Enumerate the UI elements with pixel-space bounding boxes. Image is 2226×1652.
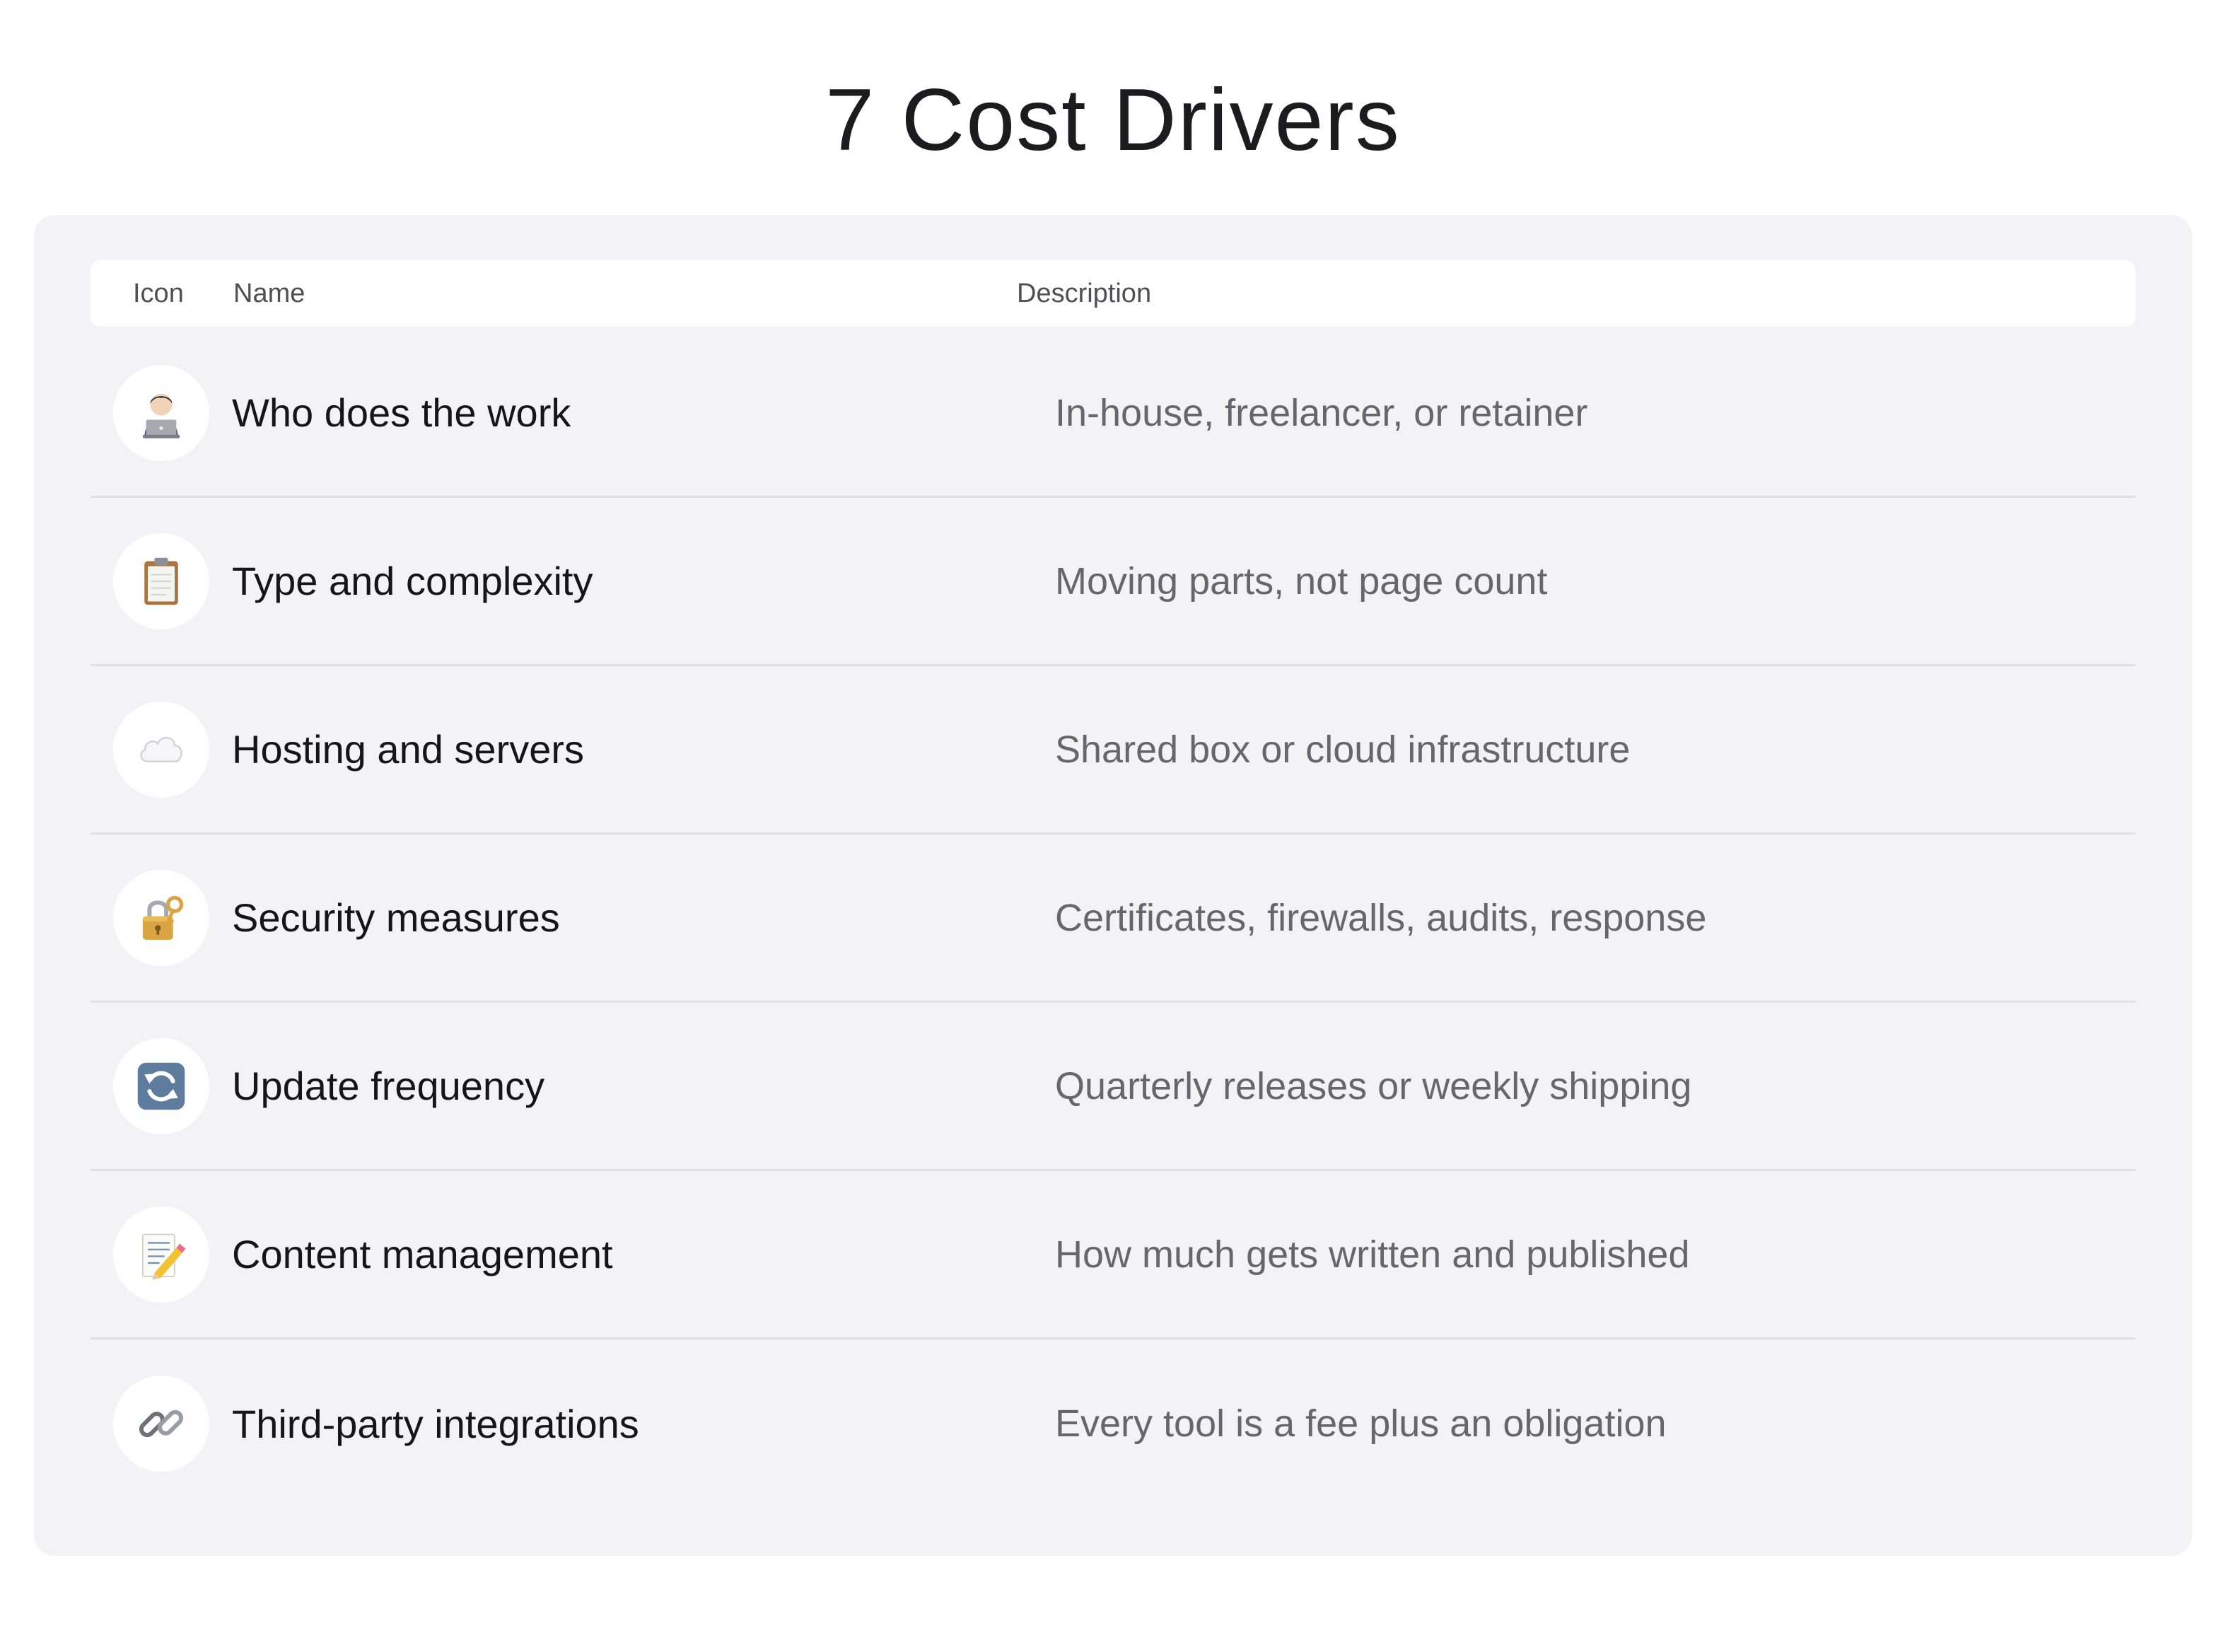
table-row: Type and complexity Moving parts, not pa… (91, 498, 2135, 666)
table-header: Icon Name Description (91, 260, 2135, 327)
icon-badge (113, 1206, 209, 1303)
icon-badge (113, 533, 209, 629)
table-row: Third-party integrations Every tool is a… (91, 1339, 2135, 1508)
page-title: 7 Cost Drivers (825, 71, 1401, 169)
row-description: Quarterly releases or weekly shipping (1055, 1064, 1692, 1107)
icon-badge (113, 364, 209, 461)
row-description: How much gets written and published (1055, 1233, 1690, 1276)
row-name: Third-party integrations (232, 1401, 639, 1446)
column-header-description: Description (1017, 279, 1152, 308)
cost-drivers-panel: Icon Name Description Who does the work … (34, 215, 2192, 1556)
lock-with-key-icon (142, 895, 184, 940)
table-row: Content management How much gets written… (91, 1171, 2135, 1339)
technologist-icon (142, 393, 180, 438)
table-row: Update frequency Quarterly releases or w… (91, 1003, 2135, 1171)
row-name: Content management (232, 1232, 613, 1276)
table-body: Who does the work In-house, freelancer, … (91, 330, 2135, 1508)
link-icon (139, 1409, 184, 1438)
row-name: Hosting and servers (232, 727, 585, 772)
row-name: Type and complexity (232, 559, 593, 603)
row-name: Who does the work (232, 390, 571, 435)
column-header-name: Name (233, 279, 305, 308)
icon-badge (113, 1037, 209, 1134)
row-name: Security measures (232, 895, 560, 940)
row-description: Moving parts, not page count (1055, 559, 1548, 603)
icon-badge (113, 869, 209, 966)
icon-badge (113, 701, 209, 798)
row-name: Update frequency (232, 1064, 545, 1108)
row-description: Shared box or cloud infrastructure (1055, 728, 1631, 771)
table-row: Hosting and servers Shared box or cloud … (91, 666, 2135, 834)
memo-pencil-icon (141, 1233, 186, 1280)
table-row: Security measures Certificates, firewall… (91, 834, 2135, 1003)
row-description: In-house, freelancer, or retainer (1055, 391, 1588, 434)
icon-badge (113, 1375, 209, 1472)
column-header-icon: Icon (133, 279, 184, 308)
cloud-icon (140, 736, 182, 762)
refresh-arrows-icon (137, 1062, 185, 1110)
table-row: Who does the work In-house, freelancer, … (91, 330, 2135, 498)
clipboard-icon (144, 557, 178, 605)
row-description: Every tool is a fee plus an obligation (1055, 1402, 1667, 1445)
row-description: Certificates, firewalls, audits, respons… (1055, 896, 1707, 939)
